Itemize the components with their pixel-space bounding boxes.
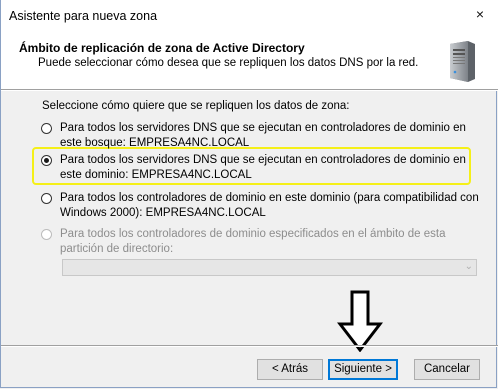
- page-subtitle: Puede seleccionar cómo desea que se repl…: [38, 57, 419, 69]
- option-w2000-label: Para todos los controladores de dominio …: [60, 192, 479, 219]
- cancel-button[interactable]: Cancelar: [414, 359, 480, 380]
- radio-w2000[interactable]: [41, 193, 52, 204]
- wizard-window: Asistente para nueva zona × Ámbito de re…: [0, 0, 498, 388]
- radio-partition: [41, 229, 52, 240]
- close-icon[interactable]: ×: [472, 6, 488, 22]
- header-divider-highlight: [1, 90, 498, 91]
- title-bar: Asistente para nueva zona ×: [1, 0, 498, 31]
- next-button[interactable]: Siguiente >: [328, 359, 398, 380]
- annotation-arrow-icon: [337, 290, 383, 352]
- replication-prompt: Seleccione cómo quiere que se repliquen …: [42, 100, 350, 112]
- partition-select: ⌄: [62, 259, 477, 276]
- option-domain-label: Para todos los servidores DNS que se eje…: [60, 154, 466, 181]
- server-icon: [450, 41, 475, 82]
- window-title: Asistente para nueva zona: [9, 9, 158, 23]
- option-partition-label: Para todos los controladores de dominio …: [60, 228, 446, 255]
- radio-domain[interactable]: [41, 155, 52, 166]
- option-forest-label: Para todos los servidores DNS que se eje…: [60, 122, 466, 149]
- page-title: Ámbito de replicación de zona de Active …: [19, 41, 305, 55]
- back-button[interactable]: < Atrás: [257, 359, 323, 380]
- footer-divider-highlight: [1, 346, 498, 347]
- radio-forest[interactable]: [41, 123, 52, 134]
- chevron-down-icon: ⌄: [464, 261, 473, 272]
- wizard-header: Ámbito de replicación de zona de Active …: [1, 31, 498, 89]
